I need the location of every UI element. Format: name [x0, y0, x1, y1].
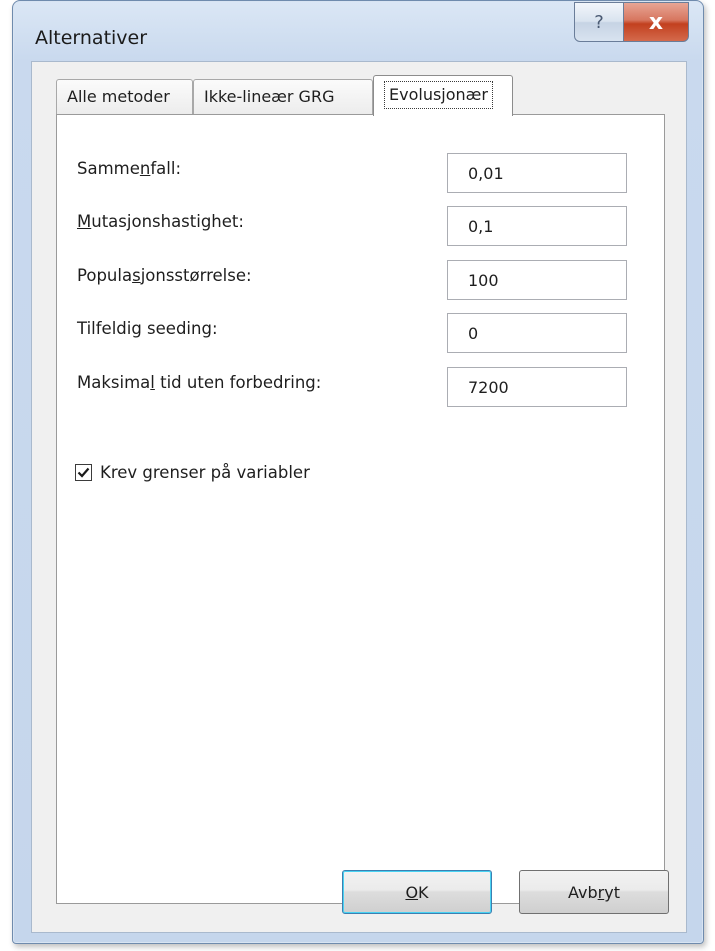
tab-evolusjonaer[interactable]: Evolusjonær — [373, 75, 513, 116]
tab-alle-metoder[interactable]: Alle metoder — [56, 79, 193, 115]
help-icon: ? — [594, 11, 604, 33]
max-time-row: Maksimal tid uten forbedring: 7200 — [57, 367, 664, 411]
population-size-input[interactable]: 100 — [447, 260, 627, 300]
max-time-label: Maksimal tid uten forbedring: — [77, 373, 322, 392]
dialog-title: Alternativer — [35, 27, 148, 49]
cancel-button[interactable]: Avbryt — [519, 870, 669, 914]
ok-button-label: OK — [405, 882, 429, 902]
mutation-rate-input[interactable]: 0,1 — [447, 206, 627, 246]
close-icon: x — [648, 9, 664, 35]
dialog-client-area: Alle metoder Ikke-lineær GRG Evolusjonær… — [31, 61, 687, 933]
options-dialog: Alternativer ? x Alle metoder Ikke-lineæ… — [12, 0, 704, 944]
tab-panel-evolusjonaer: Sammenfall: 0,01 Mutasjonshastighet: 0,1… — [56, 114, 665, 904]
mutation-rate-row: Mutasjonshastighet: 0,1 — [57, 206, 664, 250]
population-size-label: Populasjonsstørrelse: — [77, 266, 252, 285]
max-time-input[interactable]: 7200 — [447, 367, 627, 407]
help-button[interactable]: ? — [574, 2, 624, 42]
random-seed-row: Tilfeldig seeding: 0 — [57, 313, 664, 357]
tab-ikke-lineaer-grg[interactable]: Ikke-lineær GRG — [193, 79, 373, 115]
random-seed-input[interactable]: 0 — [447, 313, 627, 353]
convergence-label: Sammenfall: — [77, 159, 182, 178]
checkmark-icon — [77, 467, 90, 478]
convergence-input[interactable]: 0,01 — [447, 153, 627, 193]
require-bounds-option[interactable]: Krev grenser på variabler — [75, 463, 310, 482]
require-bounds-checkbox[interactable] — [75, 464, 92, 481]
convergence-row: Sammenfall: 0,01 — [57, 153, 664, 197]
random-seed-label: Tilfeldig seeding: — [77, 319, 218, 338]
cancel-button-label: Avbryt — [568, 882, 620, 902]
population-size-row: Populasjonsstørrelse: 100 — [57, 260, 664, 304]
require-bounds-label: Krev grenser på variabler — [100, 463, 310, 482]
close-button[interactable]: x — [623, 2, 689, 42]
tab-evolusjonaer-label: Evolusjonær — [384, 81, 493, 109]
mutation-rate-label: Mutasjonshastighet: — [77, 212, 244, 231]
ok-button[interactable]: OK — [342, 870, 492, 914]
